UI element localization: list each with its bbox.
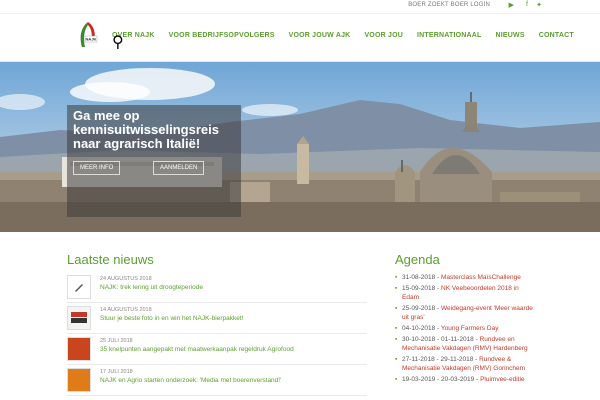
facebook-icon[interactable]: f bbox=[526, 1, 528, 8]
agenda-date: 19-03-2019 - 20-03-2019 bbox=[402, 376, 475, 383]
latest-news-section: Laatste nieuws 24 AUGUSTUS 2018 NAJK: tr… bbox=[67, 252, 367, 397]
nav-voor-jou[interactable]: VOOR JOU bbox=[364, 32, 403, 39]
news-heading: Laatste nieuws bbox=[67, 252, 154, 267]
news-item[interactable]: 25 JULI 2018 35 knelpunten aangepakt met… bbox=[67, 335, 367, 365]
news-thumbnail bbox=[67, 368, 91, 392]
news-title[interactable]: NAJK en Agrio starten onderzoek: 'Media … bbox=[100, 377, 281, 384]
news-title[interactable]: NAJK: trek lering uit droogteperiode bbox=[100, 284, 203, 291]
agenda-item[interactable]: ▪ 04-10-2018 - Young Farmers Day bbox=[395, 324, 535, 333]
news-item[interactable]: 24 AUGUSTUS 2018 NAJK: trek lering uit d… bbox=[67, 273, 367, 303]
agenda-date: 15-09-2018 bbox=[402, 285, 436, 292]
bullet-icon: ▪ bbox=[395, 376, 398, 383]
agenda-section: Agenda ▪ 31-08-2018 - Masterclass MaïsCha… bbox=[395, 252, 535, 386]
nav-voor-bedrijfsopvolgers[interactable]: VOOR BEDRIJFSOPVOLGERS bbox=[169, 32, 275, 39]
agenda-date: 27-11-2018 - 29-11-2018 bbox=[402, 356, 474, 363]
agenda-heading: Agenda bbox=[395, 252, 440, 267]
pencil-icon bbox=[67, 275, 91, 299]
twitter-icon[interactable]: ✦ bbox=[536, 1, 542, 9]
top-bar: BOER ZOEKT BOER LOGIN ▶ f ✦ bbox=[0, 0, 600, 14]
news-date: 24 AUGUSTUS 2018 bbox=[100, 276, 152, 282]
agenda-item[interactable]: ▪ 30-10-2018 - 01-11-2018 - Rundvee en Me… bbox=[395, 335, 535, 353]
bullet-icon: ▪ bbox=[395, 356, 398, 363]
news-item[interactable]: 14 AUGUSTUS 2018 Stuur je beste foto in … bbox=[67, 304, 367, 334]
agenda-item[interactable]: ▪ 15-09-2018 - NK Veebeoordelen 2018 in E… bbox=[395, 284, 535, 302]
news-list: 24 AUGUSTUS 2018 NAJK: trek lering uit d… bbox=[67, 273, 367, 396]
bullet-icon: ▪ bbox=[395, 285, 398, 292]
agenda-event-link[interactable]: Masterclass MaïsChallenge bbox=[441, 274, 521, 281]
agenda-date: 25-09-2018 bbox=[402, 305, 436, 312]
site-header: NAJK OVER NAJK VOOR BEDRIJFSOPVOLGERS VO… bbox=[0, 14, 600, 62]
agenda-list: ▪ 31-08-2018 - Masterclass MaïsChallenge … bbox=[395, 273, 535, 384]
agenda-event-link[interactable]: Young Farmers Day bbox=[441, 325, 499, 332]
bullet-icon: ▪ bbox=[395, 305, 398, 312]
news-thumbnail bbox=[67, 306, 91, 330]
meer-info-button[interactable]: MEER INFO bbox=[73, 161, 121, 175]
news-title[interactable]: Stuur je beste foto in en win het NAJK-b… bbox=[100, 315, 243, 322]
news-date: 17 JULI 2018 bbox=[100, 369, 133, 375]
agenda-date: 04-10-2018 bbox=[402, 325, 436, 332]
agenda-item[interactable]: ▪ 19-03-2019 - 20-03-2019 - Pluimvee-edit… bbox=[395, 375, 535, 384]
nav-nieuws[interactable]: NIEUWS bbox=[496, 32, 525, 39]
search-icon[interactable]: ⚲ bbox=[112, 32, 124, 52]
news-title[interactable]: 35 knelpunten aangepakt met maatwerkaanp… bbox=[100, 346, 294, 353]
youtube-icon[interactable]: ▶ bbox=[509, 1, 514, 9]
agenda-date: 31-08-2018 bbox=[402, 274, 436, 281]
svg-text:NAJK: NAJK bbox=[86, 37, 97, 42]
aanmelden-button[interactable]: AANMELDEN bbox=[153, 161, 205, 175]
agenda-item[interactable]: ▪ 31-08-2018 - Masterclass MaïsChallenge bbox=[395, 273, 535, 282]
najk-logo[interactable]: NAJK bbox=[76, 19, 100, 55]
agenda-event-link[interactable]: Pluimvee-editie bbox=[480, 376, 524, 383]
bullet-icon: ▪ bbox=[395, 325, 398, 332]
agenda-item[interactable]: ▪ 25-09-2018 - Weidegang-event 'Meer waar… bbox=[395, 304, 535, 322]
bullet-icon: ▪ bbox=[395, 336, 398, 343]
hero-title: Ga mee op kennisuitwisselingsreis naar a… bbox=[73, 108, 219, 151]
nav-internationaal[interactable]: INTERNATIONAAL bbox=[417, 32, 482, 39]
bullet-icon: ▪ bbox=[395, 274, 398, 281]
agenda-date: 30-10-2018 - 01-11-2018 bbox=[402, 336, 474, 343]
nav-voor-jouw-ajk[interactable]: VOOR JOUW AJK bbox=[289, 32, 351, 39]
news-date: 14 AUGUSTUS 2018 bbox=[100, 307, 152, 313]
news-thumbnail bbox=[67, 337, 91, 361]
nav-contact[interactable]: CONTACT bbox=[539, 32, 574, 39]
hero-caption-card: Ga mee op kennisuitwisselingsreis naar a… bbox=[67, 105, 241, 217]
agenda-item[interactable]: ▪ 27-11-2018 - 29-11-2018 - Rundvee & Mec… bbox=[395, 355, 535, 373]
news-date: 25 JULI 2018 bbox=[100, 338, 133, 344]
main-nav: OVER NAJK VOOR BEDRIJFSOPVOLGERS VOOR JO… bbox=[112, 32, 588, 39]
hero-banner: Ga mee op kennisuitwisselingsreis naar a… bbox=[0, 62, 600, 232]
boer-zoekt-boer-login-link[interactable]: BOER ZOEKT BOER LOGIN bbox=[408, 2, 490, 8]
news-item[interactable]: 17 JULI 2018 NAJK en Agrio starten onder… bbox=[67, 366, 367, 396]
